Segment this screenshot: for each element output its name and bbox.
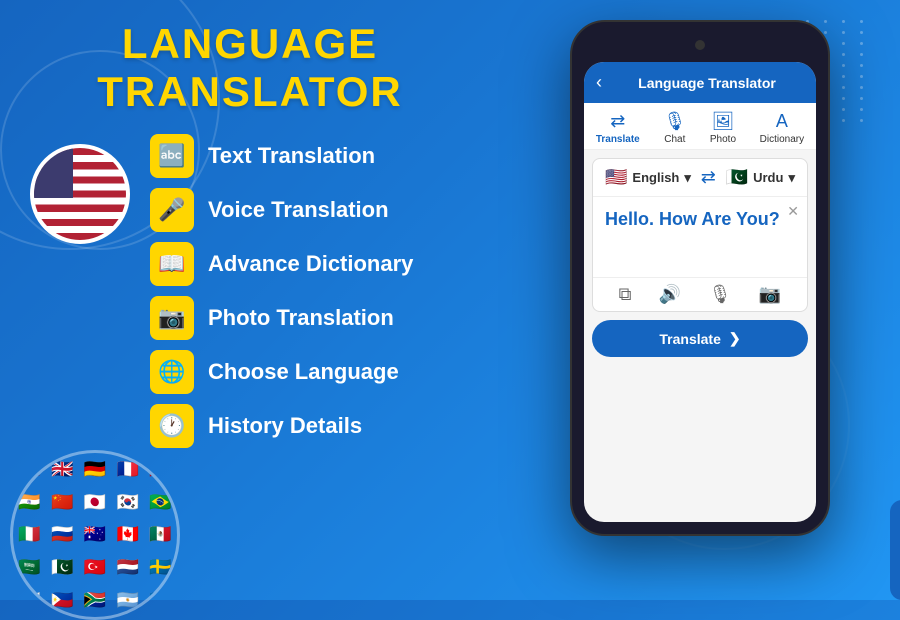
globe-flag-3: 🇫🇷 — [111, 453, 144, 486]
globe-flag-18: 🇳🇱 — [111, 551, 144, 584]
globe-flags: 🇺🇸🇬🇧🇩🇪🇫🇷🇪🇸 🇮🇳🇨🇳🇯🇵🇰🇷🇧🇷 🇮🇹🇷🇺🇦🇺🇨🇦🇲🇽 🇸🇦🇵🇰🇹🇷🇳🇱🇸🇪… — [10, 450, 180, 620]
globe-flag-10: 🇮🇹 — [13, 519, 46, 552]
feature-label-text-translation: Text Translation — [208, 143, 375, 169]
features-section: 🔤 Text Translation 🎤 Voice Translation 📖 Adva… — [30, 134, 470, 458]
globe-flag-24: 🇺🇦 — [144, 584, 177, 617]
phone-header-title: Language Translator — [610, 75, 804, 91]
feature-icon-choose-language: 🌐 — [150, 350, 194, 394]
globe-flag-2: 🇩🇪 — [79, 453, 112, 486]
left-panel: LANGUAGE TRANSLATOR 🔤 Text Translation 🎤 Vo… — [0, 0, 500, 600]
source-flag: 🇺🇸 — [605, 167, 627, 188]
feature-item-history-details[interactable]: 🕐 History Details — [150, 404, 470, 448]
camera-icon[interactable]: 📷 — [759, 284, 781, 305]
feature-icon-text-translation: 🔤 — [150, 134, 194, 178]
globe-flag-7: 🇯🇵 — [79, 486, 112, 519]
translate-nav-icon: ⇄ — [610, 111, 625, 132]
globe-flag-23: 🇦🇷 — [111, 584, 144, 617]
globe-flag-16: 🇵🇰 — [46, 551, 79, 584]
globe-flag-9: 🇧🇷 — [144, 486, 177, 519]
nav-chat-label: Chat — [664, 134, 685, 145]
feature-label-history-details: History Details — [208, 413, 362, 439]
mic-icon[interactable]: 🎙 — [709, 284, 732, 305]
feature-icon-photo-translation: 📷 — [150, 296, 194, 340]
globe-flag-8: 🇰🇷 — [111, 486, 144, 519]
globe-flag-1: 🇬🇧 — [46, 453, 79, 486]
feature-label-advance-dictionary: Advance Dictionary — [208, 251, 413, 277]
chat-nav-icon: 🎙 — [663, 111, 686, 132]
photo-nav-icon: 🖼 — [712, 111, 735, 132]
globe-flag-14: 🇲🇽 — [144, 519, 177, 552]
nav-dict-label: Dictionary — [760, 134, 804, 145]
feature-label-voice-translation: Voice Translation — [208, 197, 389, 223]
us-flag — [34, 148, 126, 240]
dict-nav-icon: A — [776, 111, 788, 132]
feature-label-photo-translation: Photo Translation — [208, 305, 394, 331]
source-lang-btn[interactable]: 🇺🇸 English ▾ — [605, 167, 691, 188]
globe-flag-12: 🇦🇺 — [79, 519, 112, 552]
nav-photo[interactable]: 🖼 Photo — [710, 111, 736, 145]
globe-flag-11: 🇷🇺 — [46, 519, 79, 552]
input-actions: ⧉ 🔊 🎙 📷 — [593, 277, 807, 311]
translate-button[interactable]: Translate ❯ — [592, 320, 808, 357]
main-container: LANGUAGE TRANSLATOR 🔤 Text Translation 🎤 Vo… — [0, 0, 900, 600]
globe-flag-20: 🇵🇱 — [13, 584, 46, 617]
globe-container: 🇺🇸🇬🇧🇩🇪🇫🇷🇪🇸 🇮🇳🇨🇳🇯🇵🇰🇷🇧🇷 🇮🇹🇷🇺🇦🇺🇨🇦🇲🇽 🇸🇦🇵🇰🇹🇷🇳🇱🇸🇪… — [10, 450, 180, 620]
feature-icon-voice-translation: 🎤 — [150, 188, 194, 232]
globe-flag-22: 🇿🇦 — [79, 584, 112, 617]
feature-icon-advance-dictionary: 📖 — [150, 242, 194, 286]
feature-item-photo-translation[interactable]: 📷 Photo Translation — [150, 296, 470, 340]
feature-item-advance-dictionary[interactable]: 📖 Advance Dictionary — [150, 242, 470, 286]
source-lang-chevron: ▾ — [684, 170, 691, 186]
nav-dictionary[interactable]: A Dictionary — [760, 111, 804, 145]
feature-item-voice-translation[interactable]: 🎤 Voice Translation — [150, 188, 470, 232]
input-text: Hello. How Are You? — [605, 209, 795, 230]
phone-mockup: ‹ Language Translator ⇄ Translate 🎙 Chat… — [570, 20, 830, 536]
nav-photo-label: Photo — [710, 134, 736, 145]
globe-flag-21: 🇵🇭 — [46, 584, 79, 617]
globe-flag-13: 🇨🇦 — [111, 519, 144, 552]
app-title: LANGUAGE TRANSLATOR — [30, 20, 470, 116]
nav-translate-label: Translate — [596, 134, 640, 145]
features-list: 🔤 Text Translation 🎤 Voice Translation 📖 Adva… — [150, 134, 470, 458]
globe-flag-19: 🇸🇪 — [144, 551, 177, 584]
output-panel: ہیلو۔ آپ کیسے ہیں؟ 🔊 ⧉ ⛶ — [890, 500, 900, 600]
phone-header: ‹ Language Translator — [584, 62, 816, 103]
feature-icon-history-details: 🕐 — [150, 404, 194, 448]
close-input-btn[interactable]: ✕ — [787, 203, 799, 220]
target-flag: 🇵🇰 — [726, 167, 748, 188]
target-lang-label: Urdu — [753, 170, 783, 185]
feature-item-text-translation[interactable]: 🔤 Text Translation — [150, 134, 470, 178]
phone-screen: ‹ Language Translator ⇄ Translate 🎙 Chat… — [584, 62, 816, 522]
swap-icon[interactable]: ⇄ — [701, 167, 716, 188]
copy-icon[interactable]: ⧉ — [619, 284, 632, 305]
phone-camera — [695, 40, 705, 50]
globe-flag-4: 🇪🇸 — [144, 453, 177, 486]
globe-flag-17: 🇹🇷 — [79, 551, 112, 584]
translate-btn-label: Translate — [659, 331, 720, 347]
right-panel: ‹ Language Translator ⇄ Translate 🎙 Chat… — [500, 0, 900, 600]
phone-nav: ⇄ Translate 🎙 Chat 🖼 Photo A Dictionary — [584, 103, 816, 150]
translate-btn-arrow: ❯ — [729, 330, 741, 347]
us-flag-circle — [30, 144, 130, 244]
back-icon[interactable]: ‹ — [596, 72, 602, 93]
nav-translate[interactable]: ⇄ Translate — [596, 111, 640, 145]
feature-item-choose-language[interactable]: 🌐 Choose Language — [150, 350, 470, 394]
translator-area: 🇺🇸 English ▾ ⇄ 🇵🇰 Urdu ▾ Hello. How Are … — [592, 158, 808, 312]
input-area: Hello. How Are You? ✕ — [593, 197, 807, 277]
target-lang-chevron: ▾ — [788, 170, 795, 186]
phone-notch — [660, 34, 740, 56]
globe-flag-0: 🇺🇸 — [13, 453, 46, 486]
source-lang-label: English — [632, 170, 679, 185]
globe-flag-15: 🇸🇦 — [13, 551, 46, 584]
volume-icon[interactable]: 🔊 — [659, 284, 681, 305]
globe-flag-5: 🇮🇳 — [13, 486, 46, 519]
nav-chat[interactable]: 🎙 Chat — [663, 111, 686, 145]
target-lang-btn[interactable]: 🇵🇰 Urdu ▾ — [726, 167, 795, 188]
feature-label-choose-language: Choose Language — [208, 359, 399, 385]
globe-flag-6: 🇨🇳 — [46, 486, 79, 519]
lang-selector: 🇺🇸 English ▾ ⇄ 🇵🇰 Urdu ▾ — [593, 159, 807, 197]
